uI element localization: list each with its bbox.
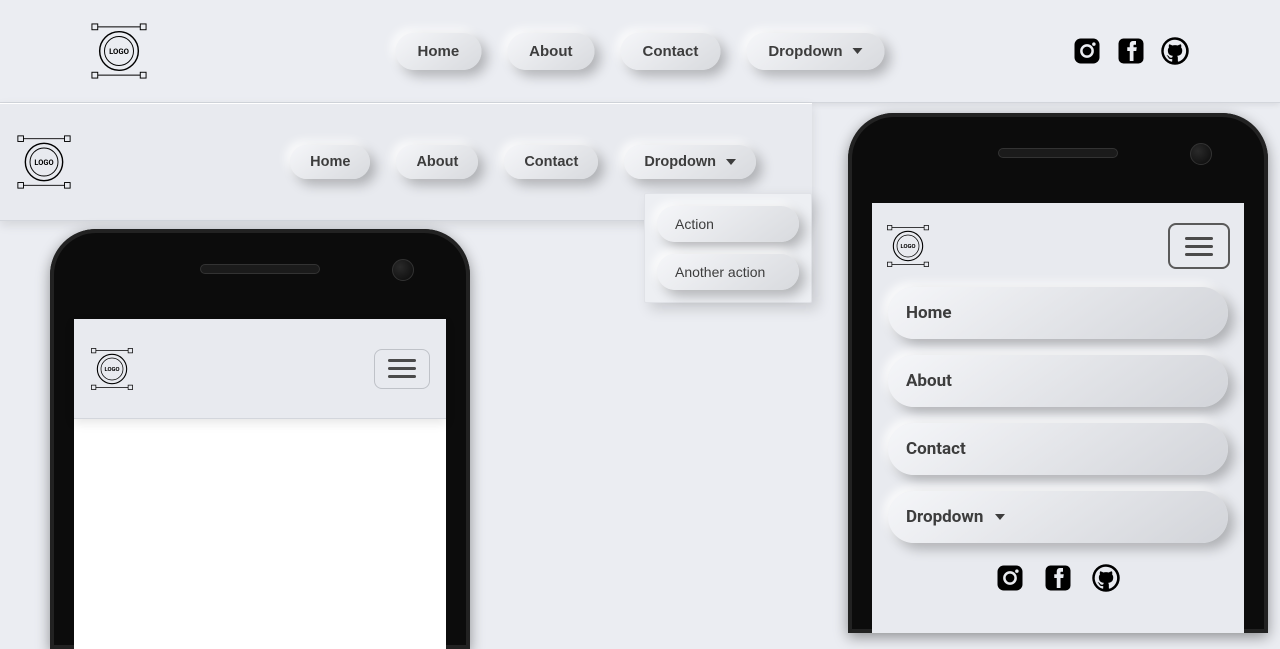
nav-label: Dropdown bbox=[644, 154, 716, 170]
instagram-icon[interactable] bbox=[995, 563, 1025, 593]
nav-links: Home About Contact Dropdown bbox=[395, 33, 884, 70]
nav-home[interactable]: Home bbox=[888, 287, 1228, 339]
nav-label: Home bbox=[310, 154, 350, 170]
dropdown-menu: Action Another action bbox=[644, 193, 812, 303]
nav-label: About bbox=[416, 154, 458, 170]
nav-label: Dropdown bbox=[906, 507, 983, 527]
phone-mock-collapsed: LOGO bbox=[50, 229, 470, 649]
nav-dropdown[interactable]: Dropdown bbox=[888, 491, 1228, 543]
mobile-navbar-expanded: LOGO Home About Contact Dropdown bbox=[872, 203, 1244, 599]
component-showcase: LOGO Home About Contact Dropdown Action … bbox=[0, 103, 1280, 630]
nav-label: Home bbox=[417, 43, 459, 60]
chevron-down-icon bbox=[853, 48, 863, 54]
nav-dropdown[interactable]: Dropdown bbox=[624, 145, 756, 179]
menu-toggle-button[interactable] bbox=[1168, 223, 1230, 269]
nav-label: About bbox=[906, 371, 952, 391]
hamburger-icon bbox=[1185, 245, 1213, 248]
logo-icon: LOGO bbox=[90, 347, 134, 391]
nav-label: Home bbox=[906, 303, 952, 323]
phone-mock-expanded: LOGO Home About Contact Dropdown bbox=[848, 113, 1268, 633]
github-icon[interactable] bbox=[1160, 36, 1190, 66]
dropdown-label: Action bbox=[675, 216, 714, 232]
social-links bbox=[1072, 36, 1190, 66]
nav-about[interactable]: About bbox=[888, 355, 1228, 407]
brand-logo[interactable]: LOGO bbox=[16, 134, 72, 190]
nav-contact[interactable]: Contact bbox=[888, 423, 1228, 475]
nav-home[interactable]: Home bbox=[290, 145, 370, 179]
brand-logo[interactable]: LOGO bbox=[90, 347, 134, 391]
chevron-down-icon bbox=[995, 514, 1005, 520]
mobile-nav-links: Home About Contact Dropdown bbox=[886, 287, 1230, 543]
dropdown-item-another-action[interactable]: Another action bbox=[657, 254, 799, 290]
menu-toggle-button[interactable] bbox=[374, 349, 430, 389]
nav-links: Home About Contact Dropdown bbox=[290, 145, 796, 179]
chevron-down-icon bbox=[726, 159, 736, 165]
hamburger-icon bbox=[388, 367, 416, 370]
nav-label: Contact bbox=[643, 43, 699, 60]
facebook-icon[interactable] bbox=[1116, 36, 1146, 66]
phone-screen: LOGO bbox=[74, 319, 446, 649]
brand-logo[interactable]: LOGO bbox=[90, 22, 148, 80]
github-icon[interactable] bbox=[1091, 563, 1121, 593]
phone-camera bbox=[1190, 143, 1212, 165]
nav-label: Contact bbox=[906, 439, 966, 459]
svg-text:LOGO: LOGO bbox=[34, 158, 53, 167]
nav-label: About bbox=[529, 43, 572, 60]
svg-text:LOGO: LOGO bbox=[109, 47, 129, 56]
phone-camera bbox=[392, 259, 414, 281]
nav-dropdown[interactable]: Dropdown bbox=[746, 33, 884, 70]
mobile-nav-top-row: LOGO bbox=[886, 223, 1230, 269]
mobile-navbar-collapsed: LOGO bbox=[74, 319, 446, 419]
phone-earpiece bbox=[200, 264, 320, 274]
nav-about[interactable]: About bbox=[396, 145, 478, 179]
dropdown-label: Another action bbox=[675, 264, 765, 280]
navbar-main: LOGO Home About Contact Dropdown bbox=[0, 0, 1280, 103]
dropdown-item-action[interactable]: Action bbox=[657, 206, 799, 242]
phone-earpiece bbox=[998, 148, 1118, 158]
nav-label: Contact bbox=[524, 154, 578, 170]
nav-about[interactable]: About bbox=[507, 33, 594, 70]
facebook-icon[interactable] bbox=[1043, 563, 1073, 593]
nav-label: Dropdown bbox=[768, 43, 842, 60]
nav-home[interactable]: Home bbox=[395, 33, 481, 70]
nav-contact[interactable]: Contact bbox=[621, 33, 721, 70]
phone-screen: LOGO Home About Contact Dropdown bbox=[872, 203, 1244, 633]
brand-logo[interactable]: LOGO bbox=[886, 224, 930, 268]
svg-text:LOGO: LOGO bbox=[104, 367, 119, 373]
svg-text:LOGO: LOGO bbox=[900, 244, 915, 250]
social-links bbox=[886, 563, 1230, 593]
logo-icon: LOGO bbox=[16, 134, 72, 190]
instagram-icon[interactable] bbox=[1072, 36, 1102, 66]
logo-icon: LOGO bbox=[90, 22, 148, 80]
nav-contact[interactable]: Contact bbox=[504, 145, 598, 179]
logo-icon: LOGO bbox=[886, 224, 930, 268]
